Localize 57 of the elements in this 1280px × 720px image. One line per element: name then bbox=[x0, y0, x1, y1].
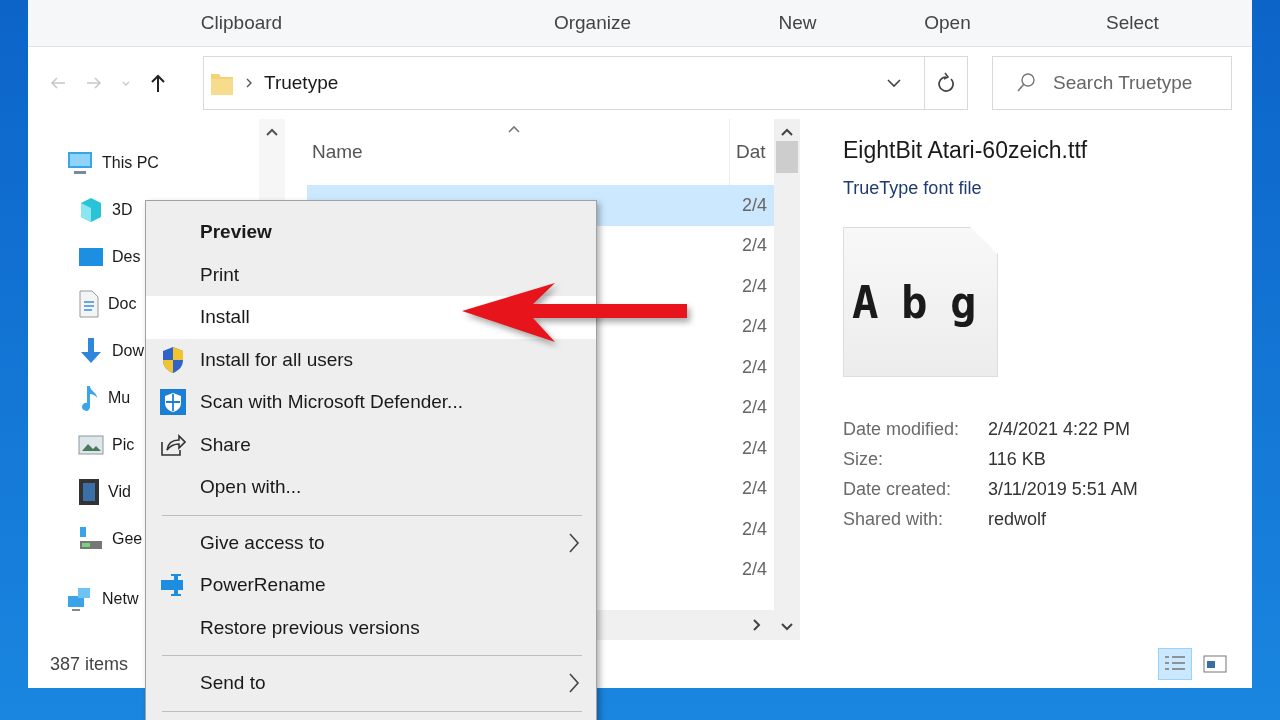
property-value: redwolf bbox=[988, 509, 1048, 530]
path-segment[interactable]: Truetype bbox=[264, 72, 339, 94]
sort-caret-icon bbox=[507, 125, 521, 133]
file-title: EightBit Atari-60zeich.ttf bbox=[843, 137, 1089, 164]
menu-item[interactable]: Preview bbox=[146, 211, 596, 254]
menu-item[interactable]: PowerRename bbox=[146, 564, 596, 607]
menu-item[interactable]: Print bbox=[146, 253, 596, 296]
menu-item[interactable]: Send to bbox=[146, 662, 596, 705]
nav-item[interactable]: This PC bbox=[28, 139, 259, 186]
defender-shield-icon bbox=[159, 388, 187, 417]
scroll-down-icon[interactable] bbox=[780, 622, 794, 632]
scroll-up-icon[interactable] bbox=[265, 127, 279, 137]
property-label: Date modified: bbox=[843, 419, 961, 440]
shield-icon bbox=[161, 345, 185, 374]
scroll-up-icon[interactable] bbox=[780, 127, 794, 137]
share-icon bbox=[160, 431, 186, 458]
ribbon-group-label: Organize bbox=[553, 12, 632, 34]
menu-item[interactable]: Give access to bbox=[146, 521, 596, 564]
download-icon bbox=[78, 336, 104, 365]
property-label: Date created: bbox=[843, 479, 953, 500]
search-icon bbox=[1016, 72, 1036, 94]
menu-item[interactable]: Share bbox=[146, 423, 596, 466]
ribbon-group-label: Clipboard bbox=[200, 12, 283, 34]
font-thumbnail: A b g bbox=[843, 227, 998, 377]
dropdown-icon[interactable] bbox=[886, 77, 902, 89]
ribbon-group-label: Select bbox=[1106, 12, 1159, 34]
refresh-icon[interactable] bbox=[936, 72, 956, 94]
menu-item[interactable]: Install for all users bbox=[146, 338, 596, 381]
scrollbar-thumb[interactable] bbox=[776, 141, 798, 173]
ribbon-group-label: Open bbox=[924, 12, 971, 34]
table-cell-text: 2/4 bbox=[742, 437, 769, 459]
table-cell-text: 2/4 bbox=[742, 316, 769, 338]
property-value: 2/4/2021 4:22 PM bbox=[988, 419, 1132, 440]
table-cell-text: 2/4 bbox=[742, 235, 769, 257]
menu-item[interactable]: Scan with Microsoft Defender... bbox=[146, 381, 596, 424]
file-type: TrueType font file bbox=[843, 178, 983, 199]
ribbon-group-label: New bbox=[778, 12, 817, 34]
property-value: 3/11/2019 5:51 AM bbox=[988, 479, 1139, 500]
address-bar[interactable]: Truetype bbox=[203, 56, 968, 110]
property-label: Shared with: bbox=[843, 509, 945, 530]
cube-icon bbox=[78, 195, 104, 224]
table-cell-text: 2/4 bbox=[742, 275, 769, 297]
search-field[interactable]: Search Truetype bbox=[992, 56, 1232, 110]
menu-item[interactable]: Restore previous versions bbox=[146, 606, 596, 649]
preview-pane-icon bbox=[1202, 652, 1228, 676]
table-cell-text: 2/4 bbox=[742, 194, 769, 216]
document-icon bbox=[78, 289, 100, 318]
property-value: 116 KB bbox=[988, 449, 1047, 470]
column-header[interactable]: Name bbox=[285, 141, 729, 163]
film-icon bbox=[78, 477, 100, 506]
scroll-right-icon[interactable] bbox=[752, 618, 762, 632]
chevron-icon bbox=[244, 76, 254, 90]
item-count: 387 items bbox=[50, 653, 129, 675]
menu-item[interactable]: Open with... bbox=[146, 466, 596, 509]
property-label: Size: bbox=[843, 449, 885, 470]
pictures-icon bbox=[78, 432, 104, 457]
rename-tool-icon bbox=[160, 572, 186, 599]
